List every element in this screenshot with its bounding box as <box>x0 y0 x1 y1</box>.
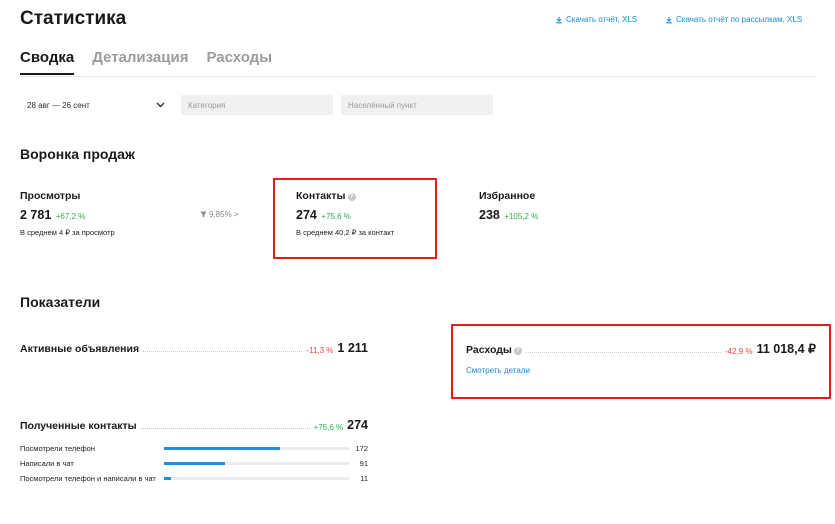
breakdown-bar-fill <box>164 462 226 465</box>
contacts-breakdown: Посмотрели телефон 172 Написали в чат 91… <box>20 444 368 484</box>
dotted-leader <box>143 351 303 352</box>
funnel-icon <box>200 211 207 218</box>
dotted-leader <box>140 428 310 429</box>
download-icon <box>666 16 672 23</box>
active-ads-row: Активные объявления -11,3 % 1 211 <box>20 341 368 355</box>
contacts-label: Контакты <box>296 190 346 202</box>
download-report-label: Скачать отчёт, XLS <box>566 15 638 24</box>
view-details-link[interactable]: Смотреть детали <box>466 366 530 375</box>
breakdown-bar-fill <box>164 477 172 480</box>
funnel-title: Воронка продаж <box>20 146 135 162</box>
breakdown-bar <box>164 477 349 480</box>
funnel-contacts: Контакты? 274 +75,6 % В среднем 40,2 ₽ з… <box>296 190 394 237</box>
breakdown-label: Посмотрели телефон и написали в чат <box>20 474 156 483</box>
expenses-row: Расходы? -42,9 % 11 018,4 ₽ <box>466 341 816 356</box>
favorites-label: Избранное <box>479 190 536 202</box>
funnel-favorites: Избранное 238 +105,2 % <box>479 190 538 224</box>
help-icon[interactable]: ? <box>513 347 522 355</box>
tab-details[interactable]: Детализация <box>92 49 188 75</box>
tab-expenses[interactable]: Расходы <box>206 49 272 75</box>
date-range-value: 28 авг — 26 сент <box>27 100 90 110</box>
category-placeholder: Категория <box>188 100 226 110</box>
tabs: Сводка Детализация Расходы <box>20 49 272 75</box>
breakdown-value: 11 <box>360 474 368 483</box>
views-label: Просмотры <box>20 190 81 202</box>
expenses-highlight <box>451 324 831 399</box>
chevron-down-icon <box>156 102 165 108</box>
download-mailing-report-link[interactable]: Скачать отчёт по рассылкам, XLS <box>665 15 802 24</box>
expenses-change: -42,9 % <box>725 347 753 356</box>
contacts-received-label: Полученные контакты <box>20 420 137 432</box>
contacts-received-change: +75,6 % <box>313 423 344 432</box>
favorites-change: +105,2 % <box>504 212 539 221</box>
help-icon[interactable]: ? <box>347 193 356 201</box>
breakdown-bar-fill <box>164 447 281 450</box>
active-ads-label: Активные объявления <box>20 343 140 355</box>
category-select[interactable]: Категория <box>181 95 333 115</box>
active-ads-value: 1 211 <box>337 341 368 355</box>
conversion-value: 9,85% > <box>209 210 239 219</box>
active-ads-change: -11,3 % <box>306 346 334 355</box>
funnel-views: Просмотры 2 781 +67,2 % В среднем 4 ₽ за… <box>20 190 115 237</box>
views-value: 2 781 <box>20 208 52 222</box>
download-report-link[interactable]: Скачать отчёт, XLS <box>555 15 637 24</box>
tab-summary[interactable]: Сводка <box>20 49 75 75</box>
conversion-rate[interactable]: 9,85% > <box>200 210 239 219</box>
favorites-value: 238 <box>479 208 500 222</box>
tabs-divider <box>20 76 815 77</box>
dotted-leader <box>525 352 722 353</box>
breakdown-row: Написали в чат 91 <box>20 459 368 474</box>
breakdown-row: Посмотрели телефон и написали в чат 11 <box>20 474 368 484</box>
contacts-change: +75,6 % <box>321 212 351 221</box>
breakdown-bar <box>164 462 349 465</box>
date-range-select[interactable]: 28 авг — 26 сент <box>20 95 172 115</box>
breakdown-value: 91 <box>359 459 368 468</box>
download-mailing-report-label: Скачать отчёт по рассылкам, XLS <box>676 15 803 24</box>
download-icon <box>556 16 562 23</box>
contacts-received-value: 274 <box>347 418 368 432</box>
breakdown-label: Посмотрели телефон <box>20 444 95 453</box>
views-note: В среднем 4 ₽ за просмотр <box>20 228 115 237</box>
contacts-note: В среднем 40,2 ₽ за контакт <box>296 228 395 237</box>
views-change: +67,2 % <box>55 212 86 221</box>
breakdown-bar <box>164 447 349 450</box>
expenses-value: 11 018,4 ₽ <box>756 342 816 356</box>
contacts-received-row: Полученные контакты +75,6 % 274 <box>20 418 368 432</box>
expenses-label: Расходы <box>466 344 512 356</box>
breakdown-label: Написали в чат <box>20 459 74 468</box>
page-title: Статистика <box>20 8 127 29</box>
location-select[interactable]: Населённый пункт <box>341 95 493 115</box>
breakdown-value: 172 <box>355 444 368 453</box>
indicators-title: Показатели <box>20 294 101 310</box>
location-placeholder: Населённый пункт <box>348 100 417 110</box>
breakdown-row: Посмотрели телефон 172 <box>20 444 368 459</box>
contacts-value: 274 <box>296 208 317 222</box>
